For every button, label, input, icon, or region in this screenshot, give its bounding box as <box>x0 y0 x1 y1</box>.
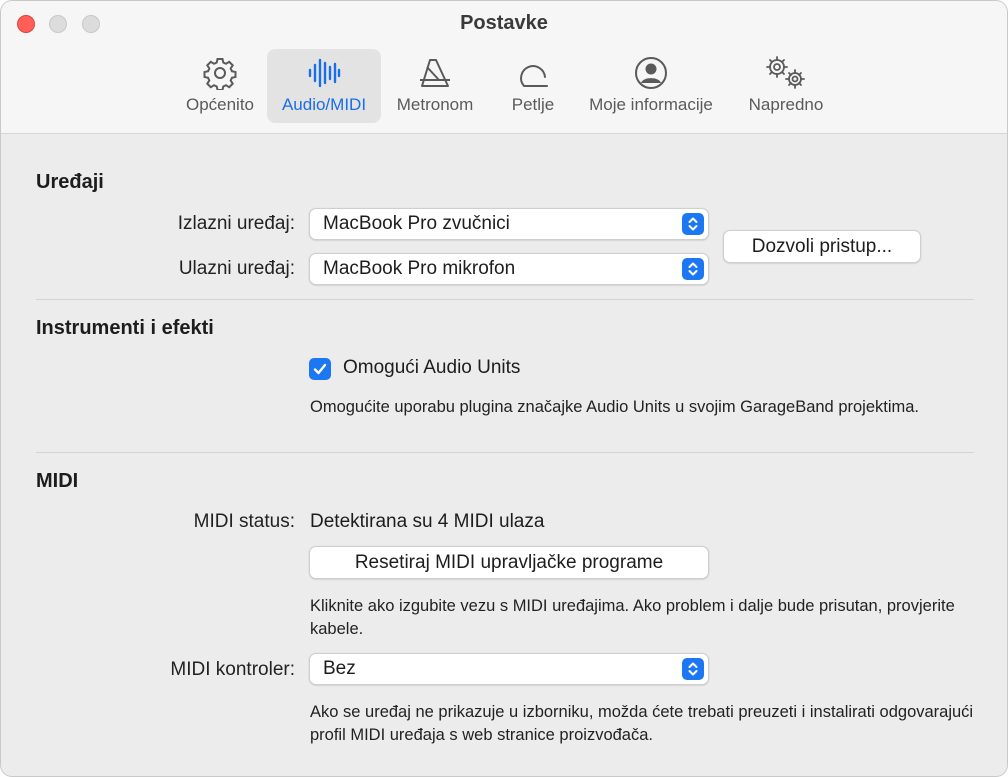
midi-controller-label: MIDI kontroler: <box>170 659 295 680</box>
section-divider <box>36 299 974 300</box>
tab-label: Napredno <box>748 95 824 114</box>
midi-status-label: MIDI status: <box>193 511 295 532</box>
tab-label: Moje informacije <box>589 95 713 114</box>
audio-units-description: Omogućite uporabu plugina značajke Audio… <box>310 398 920 416</box>
midi-controller-description: Ako se uređaj ne prikazuje u izborniku, … <box>310 703 974 744</box>
audio-units-label[interactable]: Omogući Audio Units <box>343 357 520 379</box>
audio-units-checkbox[interactable] <box>309 358 331 380</box>
chevron-up-down-icon <box>682 658 704 680</box>
metronome-icon <box>417 55 453 91</box>
midi-section-title: MIDI <box>36 470 79 492</box>
tab-label: Audio/MIDI <box>281 95 367 114</box>
window-title: Postavke <box>460 12 548 34</box>
tab-general[interactable]: Općenito <box>171 49 269 123</box>
gear-icon <box>203 55 237 91</box>
waveform-icon <box>307 55 341 91</box>
devices-section-title: Uređaji <box>36 171 104 193</box>
reset-midi-description: Kliknite ako izgubite vezu s MIDI uređaj… <box>310 597 955 638</box>
tab-label: Općenito <box>185 95 255 114</box>
tab-my-info[interactable]: Moje informacije <box>575 49 727 123</box>
tab-advanced[interactable]: Napredno <box>737 49 835 123</box>
instruments-section-title: Instrumenti i efekti <box>36 317 214 339</box>
allow-access-button[interactable]: Dozvoli pristup... <box>723 230 921 263</box>
midi-status-value: Detektirana su 4 MIDI ulaza <box>310 511 545 532</box>
tab-label: Petlje <box>511 95 555 114</box>
preferences-window: Postavke Općenito Audio/MIDI Metronom Pe… <box>0 0 1008 777</box>
section-divider <box>36 452 974 453</box>
tab-metronome[interactable]: Metronom <box>385 49 485 123</box>
output-device-label: Izlazni uređaj: <box>177 213 295 234</box>
checkmark-icon <box>313 363 327 375</box>
chevron-up-down-icon <box>682 258 704 280</box>
toolbar: Postavke Općenito Audio/MIDI Metronom Pe… <box>1 1 1007 134</box>
midi-controller-popup[interactable]: Bez <box>309 653 709 685</box>
gears-icon <box>762 55 810 91</box>
output-device-value: MacBook Pro zvučnici <box>323 213 510 234</box>
tab-label: Metronom <box>396 95 474 114</box>
input-device-value: MacBook Pro mikrofon <box>323 258 516 279</box>
audio-midi-pane: Uređaji Izlazni uređaj: MacBook Pro zvuč… <box>1 134 1007 776</box>
reset-midi-drivers-button[interactable]: Resetiraj MIDI upravljačke programe <box>309 546 709 579</box>
output-device-popup[interactable]: MacBook Pro zvučnici <box>309 208 709 240</box>
chevron-up-down-icon <box>682 213 704 235</box>
person-circle-icon <box>633 55 669 91</box>
input-device-label: Ulazni uređaj: <box>178 258 295 279</box>
loop-icon <box>515 55 551 91</box>
tab-loops[interactable]: Petlje <box>497 49 569 123</box>
midi-controller-value: Bez <box>323 658 356 679</box>
tab-audio-midi[interactable]: Audio/MIDI <box>267 49 381 123</box>
input-device-popup[interactable]: MacBook Pro mikrofon <box>309 253 709 285</box>
